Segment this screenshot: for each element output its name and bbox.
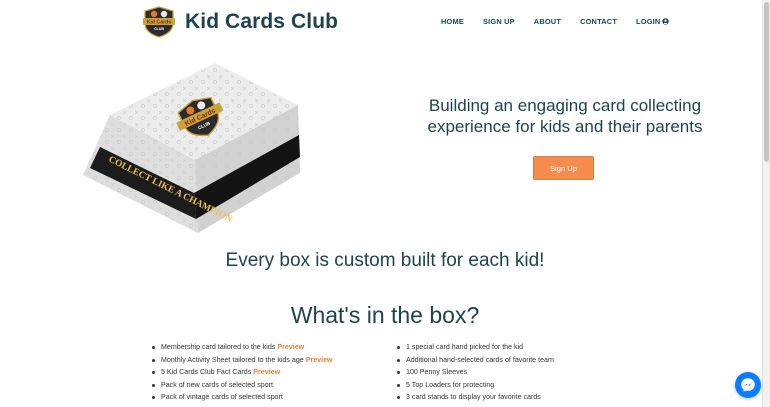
preview-link[interactable]: Preview <box>253 368 280 376</box>
list-item-text: 3 card stands to display your favorite c… <box>406 393 541 402</box>
list-item-text: 5 Kid Cards Club Fact Cards <box>161 368 252 377</box>
list-item: 1 special card hand picked for the kid <box>397 341 554 354</box>
list-item-text: 5 Top Loaders for protecting <box>406 380 495 389</box>
list-item-text: 1 special card hand picked for the kid <box>406 343 524 351</box>
brand-name: Kid Cards Club <box>185 10 339 33</box>
nav-contact[interactable]: CONTACT <box>580 17 617 26</box>
list-item: 100 Penny Sleeves <box>397 366 554 379</box>
nav-sign-up[interactable]: SIGN UP <box>483 17 515 26</box>
kid-cards-club-logo: Kid Cards CLUB <box>143 6 175 38</box>
hero-title: Building an engaging card collecting exp… <box>427 96 703 136</box>
whats-in-the-box-title: What's in the box? <box>290 302 480 328</box>
list-item-text: Pack of vintage cards of selected sport <box>161 393 283 402</box>
product-box-image: COLLECT LIKE A CHAMPION Kid Cards CLUB <box>83 63 300 233</box>
list-item: Pack of vintage cards of selected sport <box>152 391 333 404</box>
box-contents-left-list: Membership card tailored to the kids Prev… <box>152 341 333 404</box>
hero-sign-up-button[interactable]: Sign Up <box>533 156 594 180</box>
list-item: Additional hand-selected cards of favori… <box>397 354 554 367</box>
logo-text-bottom: CLUB <box>154 27 164 31</box>
list-item-text: Pack of new cards of selected sport <box>161 380 273 389</box>
tagline: Every box is custom built for each kid! <box>225 250 545 271</box>
preview-link[interactable]: Preview <box>277 343 304 351</box>
scrollbar-thumb[interactable] <box>764 2 769 162</box>
nav-login[interactable]: LOGIN <box>636 17 670 26</box>
list-item-text: Additional hand-selected cards of favori… <box>406 355 554 364</box>
navbar: Kid Cards CLUB Kid Cards Club HOME SIGN … <box>0 0 762 46</box>
nav-home[interactable]: HOME <box>441 17 464 26</box>
list-item-text: Membership card tailored to the kids <box>161 343 276 351</box>
list-item: 5 Top Loaders for protecting <box>397 379 554 392</box>
nav-login-label: LOGIN <box>636 17 661 26</box>
list-item: Monthly Activity Sheet tailored to the k… <box>152 354 333 367</box>
preview-link[interactable]: Preview <box>306 356 333 364</box>
list-item: 3 card stands to display your favorite c… <box>397 391 554 404</box>
messenger-chat-button[interactable] <box>735 372 761 398</box>
brand-link[interactable]: Kid Cards CLUB Kid Cards Club <box>142 6 338 38</box>
logo-text-top: Kid Cards <box>147 20 172 26</box>
list-item-text: Monthly Activity Sheet tailored to the k… <box>161 355 304 364</box>
nav-about[interactable]: ABOUT <box>534 17 561 26</box>
user-circle-icon <box>662 18 670 25</box>
list-item: Membership card tailored to the kids Prev… <box>152 341 333 354</box>
main-nav: HOME SIGN UP ABOUT CONTACT LOGIN <box>441 17 670 26</box>
list-item: Pack of new cards of selected sport <box>152 379 333 392</box>
list-item-text: 100 Penny Sleeves <box>406 368 468 377</box>
list-item: 5 Kid Cards Club Fact Cards Preview <box>152 366 333 379</box>
messenger-icon <box>741 378 755 392</box>
box-contents-right-list: 1 special card hand picked for the kid A… <box>397 341 554 404</box>
page-scrollbar[interactable] <box>762 0 770 407</box>
